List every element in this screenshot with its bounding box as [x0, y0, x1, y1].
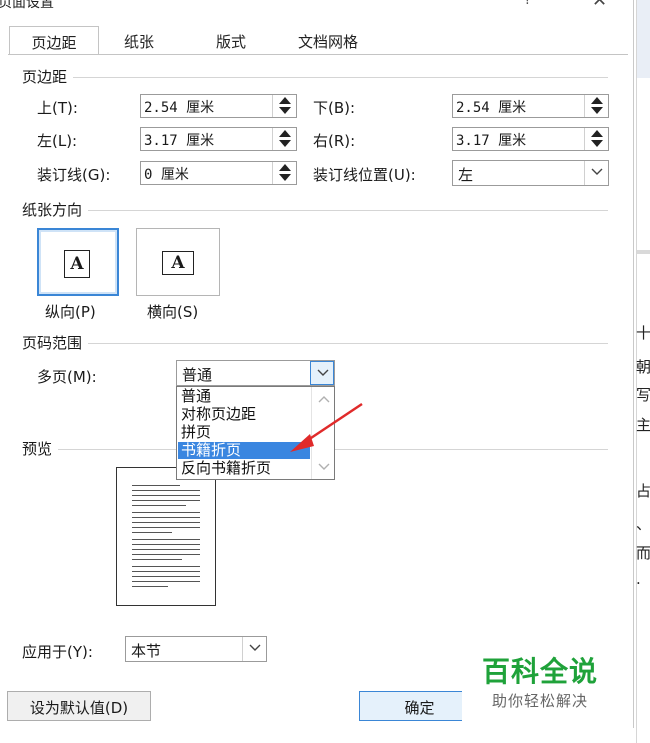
bottom-margin-label: 下(B): — [313, 99, 356, 117]
left-margin-value: 3.17 厘米 — [144, 133, 215, 149]
portrait-label: 纵向(P) — [45, 303, 96, 321]
right-margin-value: 3.17 厘米 — [456, 133, 527, 149]
left-margin-spinner[interactable]: 3.17 厘米 — [140, 127, 297, 151]
background-text: 十 — [636, 324, 650, 342]
apply-to-value: 本节 — [131, 642, 162, 660]
spin-arrows-icon[interactable] — [584, 95, 608, 117]
top-margin-value: 2.54 厘米 — [144, 100, 215, 116]
apply-to-select[interactable]: 本节 — [125, 636, 267, 662]
apply-to-label: 应用于(Y): — [22, 643, 93, 661]
gutter-label: 装订线(G): — [37, 166, 111, 184]
chevron-down-icon[interactable] — [318, 463, 330, 471]
background-text: 主 — [636, 416, 650, 434]
set-as-default-button[interactable]: 设为默认值(D) — [7, 691, 151, 721]
gutter-position-label: 装订线位置(U): — [313, 166, 416, 184]
right-margin-spinner[interactable]: 3.17 厘米 — [452, 127, 609, 151]
landscape-label: 横向(S) — [147, 303, 199, 321]
portrait-page-icon: A — [64, 250, 90, 278]
right-margin-label: 右(R): — [313, 132, 356, 150]
multiple-pages-label: 多页(M): — [37, 368, 97, 386]
bottom-margin-value: 2.54 厘米 — [456, 100, 527, 116]
background-text: 占 — [636, 482, 650, 500]
left-margin-label: 左(L): — [37, 132, 78, 150]
watermark-subtitle: 助你轻松解决 — [492, 692, 589, 710]
bottom-edge — [0, 728, 634, 743]
chevron-down-icon[interactable] — [310, 361, 334, 385]
close-button[interactable]: ✕ — [592, 0, 607, 11]
title-bar: 页面设置 ? ✕ — [0, 0, 634, 18]
gutter-position-select[interactable]: 左 — [452, 160, 609, 186]
spin-arrows-icon[interactable] — [272, 95, 296, 117]
chevron-down-icon[interactable] — [584, 161, 608, 185]
background-text: 而 — [636, 544, 650, 562]
group-divider — [24, 343, 608, 344]
landscape-page-icon: A — [162, 251, 194, 275]
multiple-pages-select[interactable]: 普通 — [176, 360, 335, 386]
spin-arrows-icon[interactable] — [272, 128, 296, 150]
annotation-arrow-icon — [290, 402, 363, 452]
preview-page — [116, 467, 216, 606]
gutter-spinner[interactable]: 0 厘米 — [140, 161, 297, 185]
portrait-button[interactable]: A — [37, 228, 119, 296]
group-divider — [24, 210, 608, 211]
help-button[interactable]: ? — [524, 0, 531, 8]
dropdown-option-reverse-book-fold[interactable]: 反向书籍折页 — [178, 460, 310, 477]
gutter-value: 0 厘米 — [144, 167, 189, 183]
group-divider — [24, 77, 608, 78]
background-text: 写 — [636, 386, 650, 404]
multiple-pages-value: 普通 — [182, 366, 213, 384]
background-text: 朝 — [636, 358, 650, 376]
dialog-title: 页面设置 — [0, 0, 54, 11]
background-text: . — [636, 570, 641, 588]
spin-arrows-icon[interactable] — [584, 128, 608, 150]
bottom-margin-spinner[interactable]: 2.54 厘米 — [452, 94, 609, 118]
background-text: 、 — [636, 515, 650, 533]
gutter-position-value: 左 — [458, 166, 474, 184]
pages-group-label: 页码范围 — [22, 332, 89, 353]
top-margin-label: 上(T): — [37, 99, 78, 117]
chevron-down-icon[interactable] — [242, 637, 266, 661]
margins-group-label: 页边距 — [22, 66, 74, 87]
preview-group-label: 预览 — [22, 438, 59, 459]
spin-arrows-icon[interactable] — [272, 162, 296, 184]
top-margin-spinner[interactable]: 2.54 厘米 — [140, 94, 297, 118]
tab-document-grid[interactable]: 文档网格 — [280, 26, 376, 54]
watermark-title: 百科全说 — [482, 655, 599, 688]
landscape-button[interactable]: A — [136, 228, 220, 296]
tab-layout[interactable]: 版式 — [188, 26, 274, 54]
tab-margins[interactable]: 页边距 — [9, 26, 99, 54]
orientation-group-label: 纸张方向 — [22, 199, 89, 220]
tab-divider — [8, 54, 628, 55]
tab-paper[interactable]: 纸张 — [100, 26, 178, 54]
